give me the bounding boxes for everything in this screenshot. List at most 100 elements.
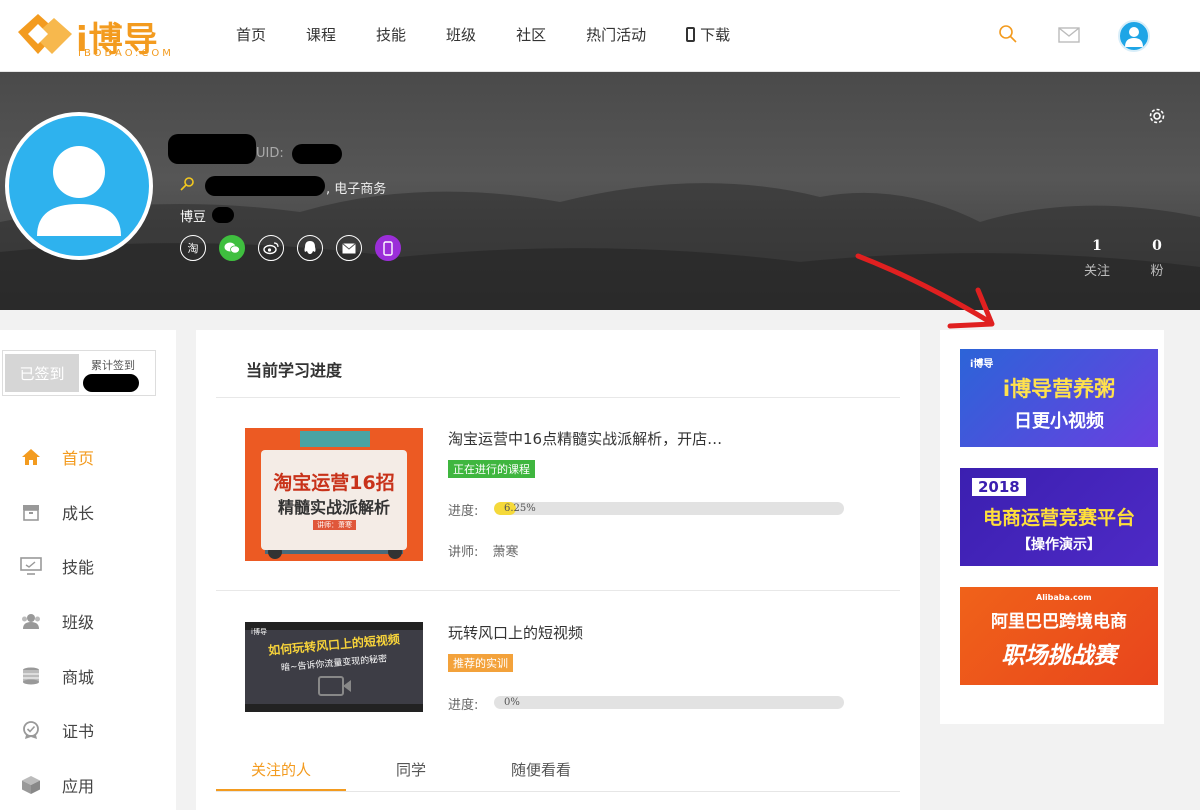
redacted-signin-count (83, 374, 139, 392)
fans-stat[interactable]: 0 粉 (1142, 238, 1172, 279)
ad-title: 电商运营竞赛平台 (982, 506, 1135, 529)
signin-button[interactable]: 已签到 (5, 354, 79, 392)
profile-avatar[interactable] (5, 112, 153, 260)
wechat-link[interactable] (219, 235, 245, 261)
course-card[interactable]: 淘宝运营16招 精髓实战派解析 讲师：萧寒 淘宝运营中16点精髓实战派解析，开店… (245, 428, 905, 568)
user-avatar-button[interactable] (1118, 20, 1150, 52)
qq-icon (304, 241, 316, 254)
nav-skills[interactable]: 技能 (376, 24, 406, 45)
wechat-icon (224, 242, 240, 254)
ad-subtitle: 日更小视频 (1014, 411, 1104, 432)
course-status-tag: 推荐的实训 (448, 654, 513, 672)
user-icon (37, 146, 121, 236)
ad-logo: i博导 (970, 359, 994, 370)
redacted-beans (212, 207, 234, 223)
nav-events[interactable]: 热门活动 (586, 24, 646, 45)
ad-panel: i博导 i博导营养粥 日更小视频 2018 电商运营竞赛平台 【操作演示】 Al… (940, 330, 1164, 724)
nav-classes[interactable]: 班级 (446, 24, 476, 45)
nav-courses[interactable]: 课程 (306, 24, 336, 45)
progress-text: 0% (504, 697, 520, 708)
people-tabs: 关注的人 同学 随便看看 (216, 750, 900, 792)
ad-title: 阿里巴巴跨境电商 (991, 611, 1127, 632)
email-icon (342, 242, 356, 253)
certificate-badge-icon (20, 719, 42, 741)
redacted-uid (292, 144, 342, 164)
mobile-icon (383, 240, 393, 256)
sidebar-item-classes[interactable]: 班级 (20, 594, 94, 649)
following-stat[interactable]: 1 关注 (1080, 238, 1114, 279)
weibo-icon (263, 242, 279, 255)
sidebar-item-label: 班级 (62, 613, 95, 633)
sidebar-item-label: 证书 (62, 722, 95, 742)
sidebar-item-home[interactable]: 首页 (20, 430, 94, 485)
section-title: 当前学习进度 (246, 361, 343, 380)
nav-download[interactable]: 下载 (686, 24, 730, 45)
ad-banner-competition[interactable]: 2018 电商运营竞赛平台 【操作演示】 (960, 468, 1158, 566)
main-nav: 首页 课程 技能 班级 社区 热门活动 下载 (236, 24, 770, 45)
sidebar-item-apps[interactable]: 应用 (20, 758, 94, 810)
left-sidebar: 已签到 累计签到 首页 成长 技能 班级 商城 证书 应用 (0, 330, 176, 810)
course-title[interactable]: 玩转风口上的短视频 (448, 622, 583, 643)
taobao-icon: 淘 (187, 242, 199, 255)
course-status-tag: 正在进行的课程 (448, 460, 535, 478)
qq-link[interactable] (297, 235, 323, 261)
signin-total-label: 累计签到 (91, 359, 135, 372)
divider (216, 397, 900, 398)
course-title[interactable]: 淘宝运营中16点精髓实战派解析，开店… (448, 428, 722, 449)
site-logo[interactable]: i博导 IBODAO.COM (14, 8, 171, 62)
sidebar-item-label: 商城 (62, 667, 95, 687)
tab-following[interactable]: 关注的人 (216, 750, 346, 791)
user-icon (1125, 27, 1143, 47)
progress-label: 进度: (448, 504, 479, 519)
tab-classmates[interactable]: 同学 (346, 750, 476, 791)
profile-banner: UID: , 电子商务 博豆 淘 1 关注 0 粉 (0, 72, 1200, 310)
social-links: 淘 (180, 235, 414, 261)
top-navbar: i博导 IBODAO.COM 首页 课程 技能 班级 社区 热门活动 下载 (0, 0, 1200, 72)
sidebar-item-growth[interactable]: 成长 (20, 485, 94, 540)
sidebar-item-label: 技能 (62, 558, 95, 578)
divider (216, 590, 900, 591)
progress-bar: 6.25% (494, 502, 844, 515)
weibo-link[interactable] (258, 235, 284, 261)
nav-community[interactable]: 社区 (516, 24, 546, 45)
mobile-link[interactable] (375, 235, 401, 261)
course-card[interactable]: i博导 如何玩转风口上的短视频 暗~告诉你流量变现的秘密 玩转风口上的短视频 推… (245, 622, 905, 714)
sidebar-item-skills[interactable]: 技能 (20, 539, 94, 594)
nav-home[interactable]: 首页 (236, 24, 266, 45)
major-text: , 电子商务 (326, 182, 387, 197)
course-thumbnail[interactable]: i博导 如何玩转风口上的短视频 暗~告诉你流量变现的秘密 (245, 622, 423, 712)
key-icon (180, 177, 194, 191)
ad-year: 2018 (972, 478, 1026, 496)
course-thumbnail[interactable]: 淘宝运营16招 精髓实战派解析 讲师：萧寒 (245, 428, 423, 561)
search-icon[interactable] (998, 24, 1018, 44)
ad-brand: Alibaba.com (1036, 593, 1092, 602)
redacted-school (205, 176, 325, 196)
logo-mark-icon (18, 14, 72, 54)
logo-subtext: IBODAO.COM (78, 48, 174, 59)
teacher-label: 讲师: (448, 545, 479, 560)
progress-text: 6.25% (504, 503, 536, 514)
ad-title: i博导营养粥 (1002, 377, 1116, 401)
redacted-username (168, 134, 256, 164)
phone-icon (686, 27, 696, 42)
sidebar-item-certificates[interactable]: 证书 (20, 703, 94, 758)
ad-subtitle: 【操作演示】 (1017, 536, 1101, 553)
following-label: 关注 (1083, 264, 1110, 279)
fans-count: 0 (1152, 238, 1162, 254)
mail-icon[interactable] (1058, 27, 1080, 43)
taobao-link[interactable]: 淘 (180, 235, 206, 261)
sidebar-item-store[interactable]: 商城 (20, 648, 94, 703)
teacher-info: 讲师: 萧寒 (448, 541, 519, 560)
settings-gear-icon[interactable] (1148, 107, 1166, 125)
monitor-icon (20, 555, 42, 577)
tab-random[interactable]: 随便看看 (476, 750, 606, 791)
ad-banner-alibaba[interactable]: Alibaba.com 阿里巴巴跨境电商 职场挑战赛 (960, 587, 1158, 685)
sidebar-item-label: 成长 (62, 503, 95, 523)
main-panel: 当前学习进度 淘宝运营16招 精髓实战派解析 讲师：萧寒 淘宝运营中16点精髓实… (196, 330, 920, 810)
growth-box-icon (20, 501, 42, 523)
red-arrow-annotation (855, 253, 995, 329)
ad-banner-video[interactable]: i博导 i博导营养粥 日更小视频 (960, 349, 1158, 447)
email-link[interactable] (336, 235, 362, 261)
progress-bar: 0% (494, 696, 844, 709)
group-icon (20, 610, 42, 632)
